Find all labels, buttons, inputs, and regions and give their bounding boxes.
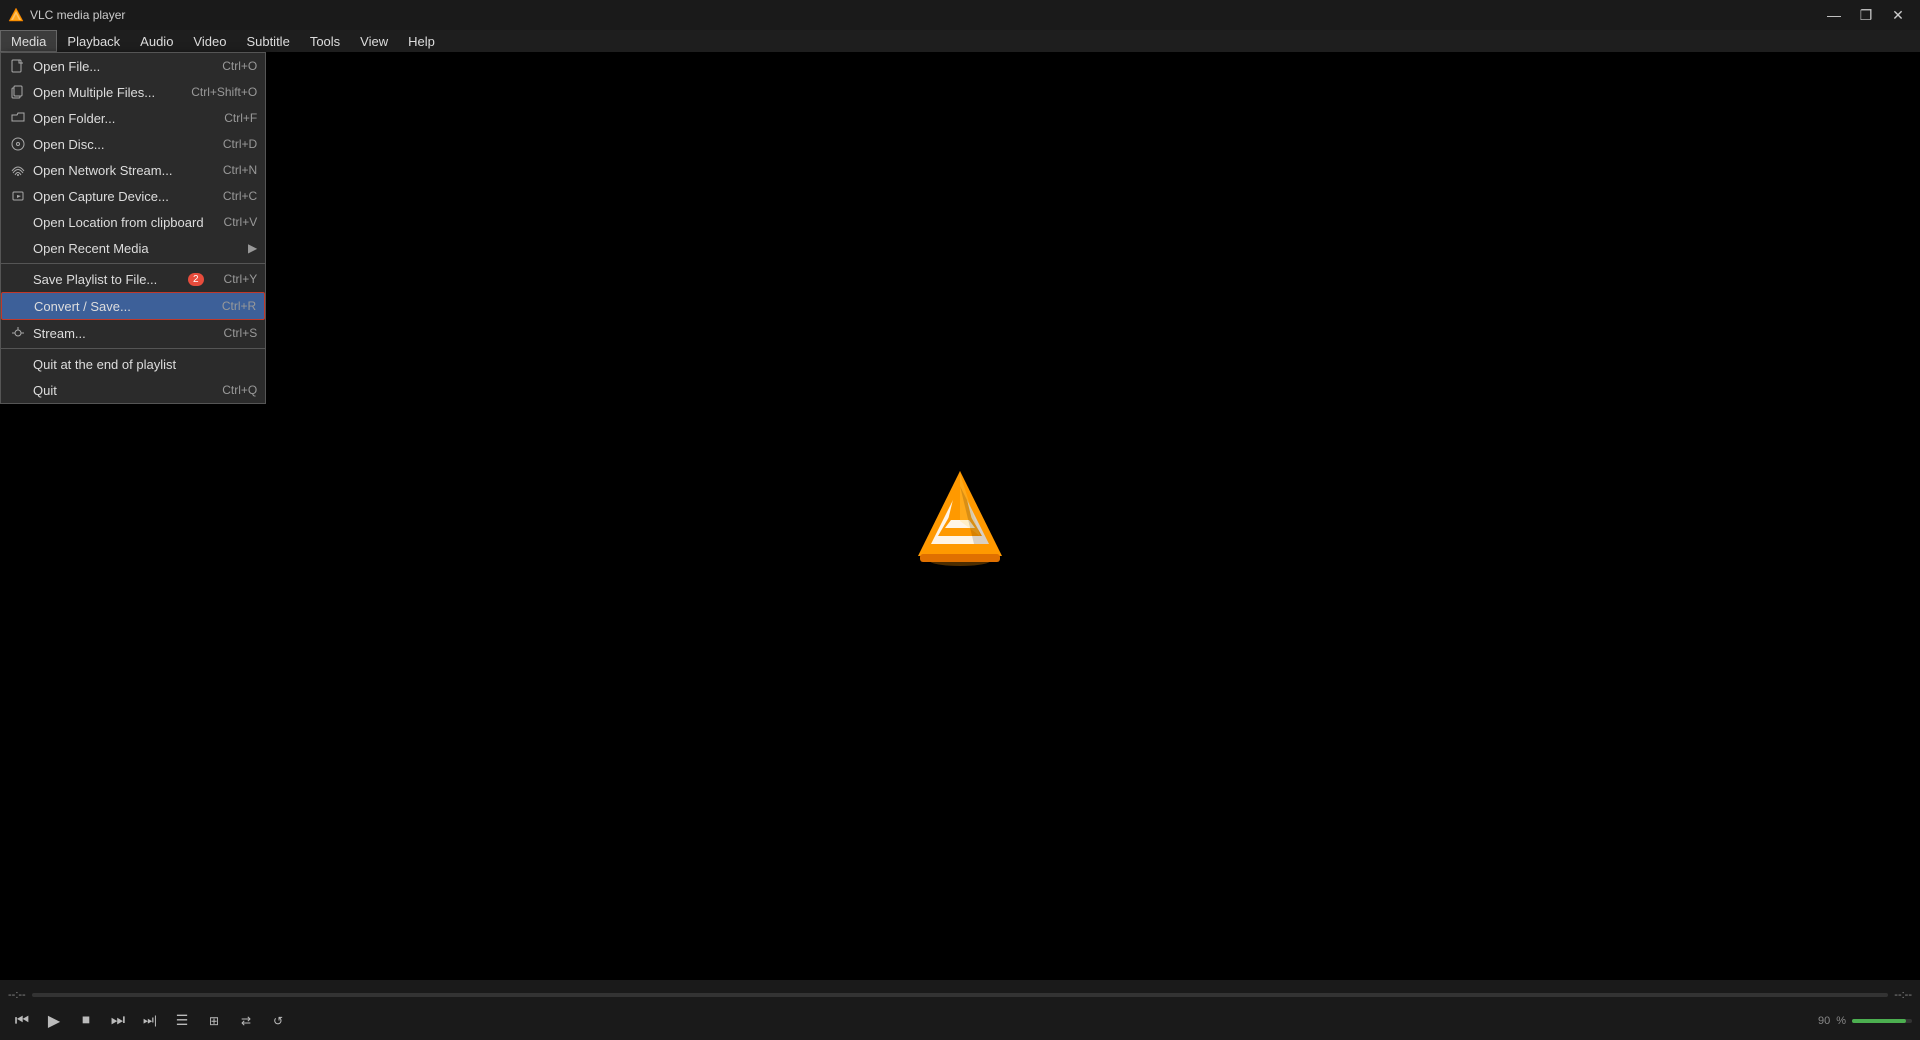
playlist-button[interactable]: ☰ [168,1010,196,1032]
convert-save-shortcut: Ctrl+R [222,299,256,313]
quit-icon [9,381,27,399]
open-network-shortcut: Ctrl+N [223,163,257,177]
time-elapsed: --:-- [8,989,26,1001]
volume-fill [1852,1019,1906,1023]
previous-button[interactable]: ⏮ [8,1010,36,1032]
shuffle-button[interactable]: ⇄ [232,1010,260,1032]
window-title: VLC media player [30,8,125,22]
quit-shortcut: Ctrl+Q [222,383,257,397]
title-bar: VLC media player — ❐ ✕ [0,0,1920,30]
disc-icon [9,135,27,153]
main-video-area [0,52,1920,980]
volume-track[interactable] [1852,1019,1912,1023]
stream-shortcut: Ctrl+S [224,326,258,340]
open-recent-label: Open Recent Media [33,241,248,256]
volume-label: 90 [1818,1015,1830,1027]
menu-save-playlist[interactable]: Save Playlist to File... 2 Ctrl+Y [1,266,265,292]
submenu-arrow: ▶ [248,241,257,255]
media-dropdown-menu: Open File... Ctrl+O Open Multiple Files.… [0,52,266,404]
menu-item-media[interactable]: Media [0,30,57,52]
multiple-files-icon [9,83,27,101]
minimize-button[interactable]: — [1820,5,1848,25]
stop-button[interactable]: ⏹ [72,1010,100,1032]
menu-open-capture[interactable]: Open Capture Device... Ctrl+C [1,183,265,209]
close-button[interactable]: ✕ [1884,5,1912,25]
menu-item-help[interactable]: Help [398,30,445,52]
extended-settings-button[interactable]: ⊞ [200,1010,228,1032]
menu-open-recent[interactable]: Open Recent Media ▶ [1,235,265,261]
volume-section: 90 % [1818,1015,1912,1027]
controls-bar: --:-- --:-- ⏮ ▶ ⏹ ⏭ ⏭| ☰ ⊞ ⇄ ↺ 90 % [0,980,1920,1040]
menu-item-view[interactable]: View [350,30,398,52]
playback-controls: ⏮ ▶ ⏹ ⏭ ⏭| ☰ ⊞ ⇄ ↺ [8,1010,292,1032]
open-folder-label: Open Folder... [33,111,204,126]
loop-button[interactable]: ↺ [264,1010,292,1032]
frame-advance-button[interactable]: ⏭| [136,1010,164,1032]
menu-item-video[interactable]: Video [183,30,236,52]
separator-1 [1,263,265,264]
menu-item-playback[interactable]: Playback [57,30,130,52]
open-folder-shortcut: Ctrl+F [224,111,257,125]
quit-playlist-label: Quit at the end of playlist [33,357,257,372]
convert-save-label: Convert / Save... [34,299,202,314]
progress-row: --:-- --:-- [8,989,1912,1001]
quit-label: Quit [33,383,202,398]
menu-quit[interactable]: Quit Ctrl+Q [1,377,265,403]
save-icon [9,270,27,288]
open-location-shortcut: Ctrl+V [224,215,258,229]
capture-icon [9,187,27,205]
menu-bar: Media Playback Audio Video Subtitle Tool… [0,30,1920,52]
open-network-label: Open Network Stream... [33,163,203,178]
folder-icon [9,109,27,127]
save-playlist-label: Save Playlist to File... [33,272,184,287]
menu-open-folder[interactable]: Open Folder... Ctrl+F [1,105,265,131]
menu-quit-playlist[interactable]: Quit at the end of playlist [1,351,265,377]
save-playlist-shortcut: Ctrl+Y [224,272,258,286]
open-multiple-label: Open Multiple Files... [33,85,171,100]
menu-open-location[interactable]: Open Location from clipboard Ctrl+V [1,209,265,235]
menu-item-subtitle[interactable]: Subtitle [236,30,299,52]
vlc-logo [910,466,1010,566]
open-file-shortcut: Ctrl+O [222,59,257,73]
quit-playlist-icon [9,355,27,373]
separator-2 [1,348,265,349]
open-capture-shortcut: Ctrl+C [223,189,257,203]
progress-track[interactable] [32,993,1889,997]
file-icon [9,57,27,75]
menu-convert-save[interactable]: Convert / Save... Ctrl+R [1,292,265,320]
open-file-label: Open File... [33,59,202,74]
menu-open-file[interactable]: Open File... Ctrl+O [1,53,265,79]
next-button[interactable]: ⏭ [104,1010,132,1032]
open-capture-label: Open Capture Device... [33,189,203,204]
open-location-label: Open Location from clipboard [33,215,204,230]
menu-open-disc[interactable]: Open Disc... Ctrl+D [1,131,265,157]
play-button[interactable]: ▶ [40,1010,68,1032]
time-total: --:-- [1894,989,1912,1001]
network-icon [9,161,27,179]
volume-percent: % [1836,1015,1846,1027]
stream-icon [9,324,27,342]
app-icon [8,7,24,23]
menu-item-tools[interactable]: Tools [300,30,350,52]
stream-label: Stream... [33,326,204,341]
clipboard-icon [9,213,27,231]
menu-stream[interactable]: Stream... Ctrl+S [1,320,265,346]
recent-icon [9,239,27,257]
open-disc-label: Open Disc... [33,137,203,152]
convert-icon [10,297,28,315]
menu-item-audio[interactable]: Audio [130,30,183,52]
menu-open-network[interactable]: Open Network Stream... Ctrl+N [1,157,265,183]
open-disc-shortcut: Ctrl+D [223,137,257,151]
controls-row: ⏮ ▶ ⏹ ⏭ ⏭| ☰ ⊞ ⇄ ↺ 90 % [8,1010,1912,1032]
menu-open-multiple-files[interactable]: Open Multiple Files... Ctrl+Shift+O [1,79,265,105]
open-multiple-shortcut: Ctrl+Shift+O [191,85,257,99]
playlist-badge: 2 [188,273,204,286]
maximize-button[interactable]: ❐ [1852,5,1880,25]
